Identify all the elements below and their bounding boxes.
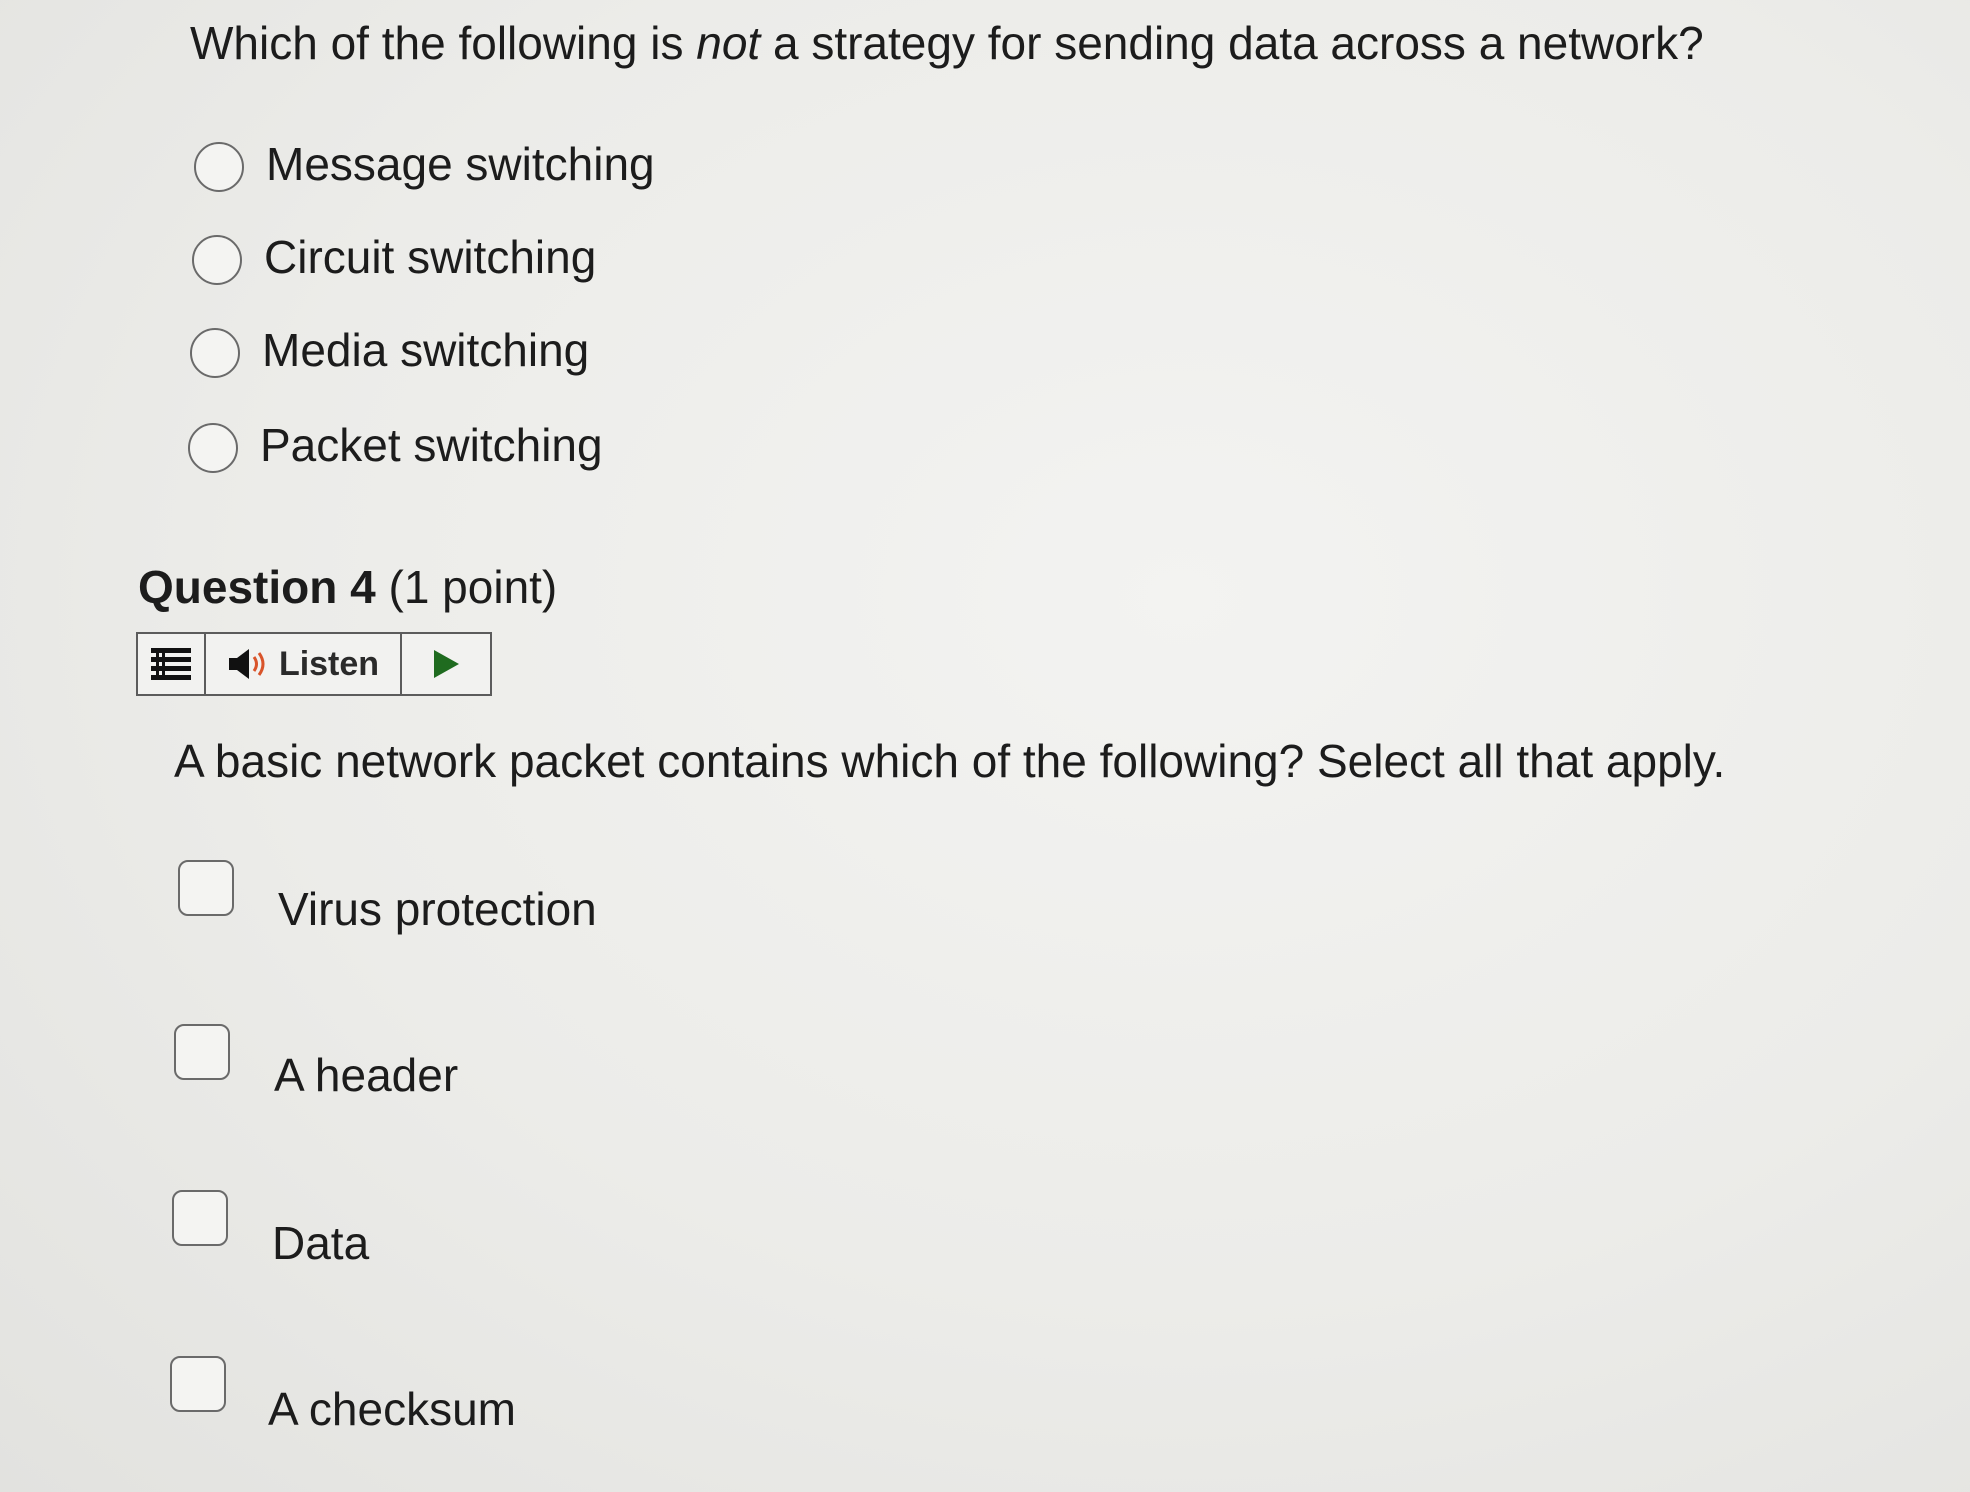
checkbox-option-a-header[interactable]: A header (174, 1024, 534, 1114)
radio-option-message-switching[interactable]: Message switching (194, 139, 674, 195)
option-label: A checksum (268, 1383, 516, 1435)
radio-button[interactable] (192, 235, 242, 285)
checkbox-option-a-checksum[interactable]: A checksum (170, 1356, 570, 1446)
listen-label: Listen (278, 644, 380, 683)
checkbox[interactable] (172, 1190, 228, 1246)
checkbox-option-virus-protection[interactable]: Virus protection (178, 860, 638, 950)
checkbox[interactable] (174, 1024, 230, 1080)
radio-button[interactable] (190, 328, 240, 378)
question-3-text: Which of the following is not a strategy… (190, 20, 1704, 66)
radio-option-packet-switching[interactable]: Packet switching (188, 420, 648, 476)
question-4-heading: Question 4 (1 point) (138, 564, 557, 610)
radio-option-media-switching[interactable]: Media switching (190, 325, 650, 381)
question-3-text-emphasis: not (696, 17, 761, 69)
menu-button[interactable] (138, 634, 206, 694)
option-label: Packet switching (260, 419, 603, 471)
question-number: Question 4 (138, 561, 376, 613)
option-label: Virus protection (278, 883, 597, 935)
play-icon (434, 650, 459, 678)
question-3-text-start: Which of the following is (190, 17, 697, 69)
radio-button[interactable] (194, 142, 244, 192)
question-4-text: A basic network packet contains which of… (174, 735, 1726, 787)
radio-button[interactable] (188, 423, 238, 473)
question-points: (1 point) (375, 561, 558, 613)
play-button[interactable] (402, 634, 490, 694)
speaker-icon (228, 649, 265, 679)
radio-option-circuit-switching[interactable]: Circuit switching (192, 232, 652, 288)
option-label: Media switching (262, 324, 590, 376)
listen-button[interactable]: Listen (206, 634, 402, 694)
option-label: Message switching (266, 138, 655, 190)
checkbox-option-data[interactable]: Data (172, 1190, 472, 1280)
listen-toolbar: Listen (136, 632, 492, 696)
option-label: Data (272, 1217, 370, 1269)
option-label: A header (274, 1049, 459, 1101)
option-label: Circuit switching (264, 231, 597, 283)
menu-lines-icon (151, 648, 191, 680)
checkbox[interactable] (170, 1356, 226, 1412)
checkbox[interactable] (178, 860, 234, 916)
question-3-text-end: a strategy for sending data across a net… (760, 17, 1704, 69)
